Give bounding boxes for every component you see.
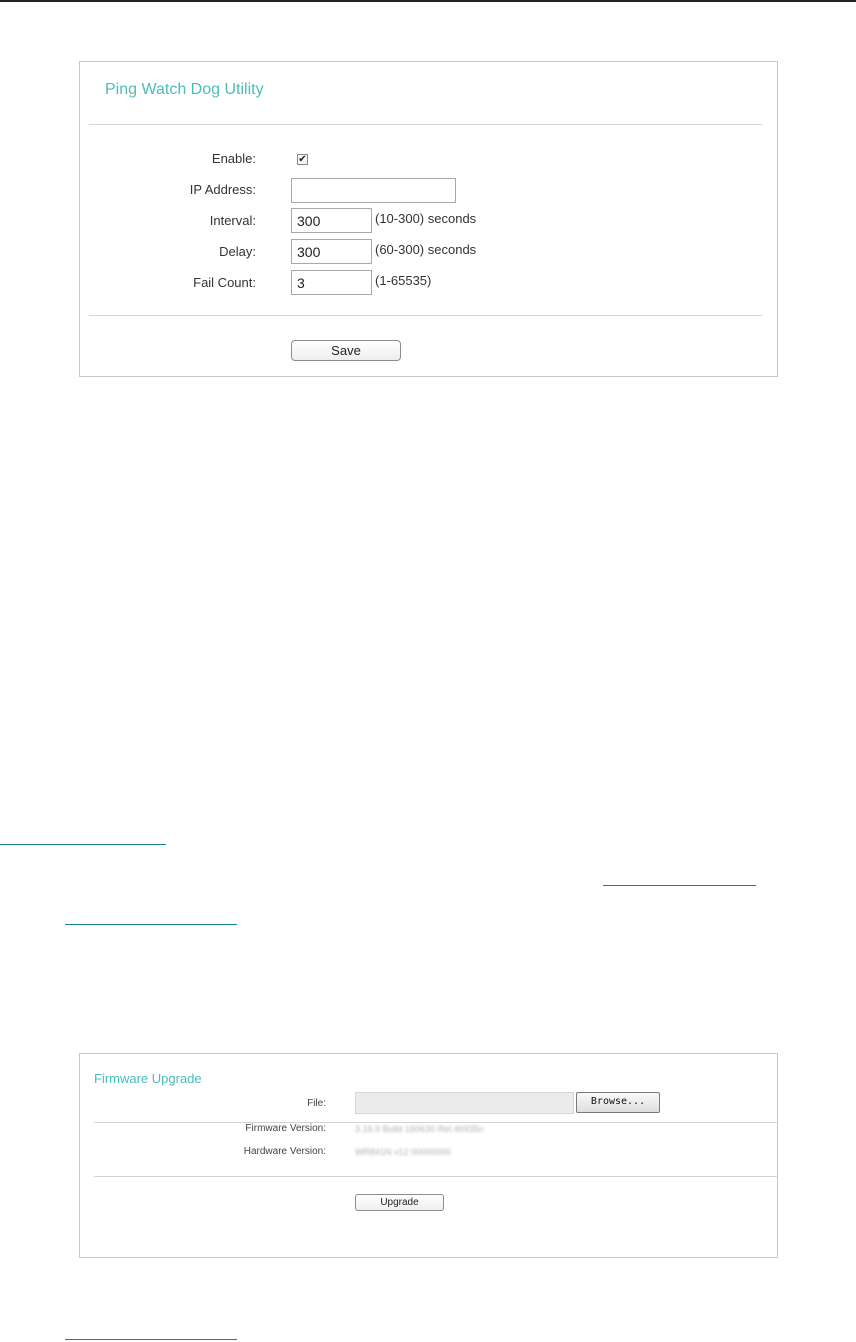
- enable-checkbox[interactable]: ✔: [297, 154, 308, 165]
- hardware-version-value: WR841N v12 00000000: [355, 1147, 452, 1157]
- interval-input[interactable]: [291, 208, 372, 233]
- ip-address-input[interactable]: [291, 178, 456, 203]
- divider: [94, 1176, 778, 1177]
- hardware-version-label: Hardware Version:: [243, 1146, 326, 1157]
- page-top-rule: [0, 0, 856, 2]
- firmware-upgrade-panel: Firmware Upgrade File: Browse... Firmwar…: [79, 1053, 778, 1258]
- firmware-version-label: Firmware Version:: [245, 1123, 326, 1134]
- enable-label: Enable:: [211, 151, 256, 166]
- upgrade-button[interactable]: Upgrade: [355, 1194, 444, 1211]
- save-button[interactable]: Save: [291, 340, 401, 361]
- delay-label: Delay:: [219, 244, 256, 259]
- doc-link[interactable]: [603, 885, 756, 886]
- divider: [89, 315, 762, 316]
- ip-address-label: IP Address:: [189, 182, 256, 197]
- fail-count-label: Fail Count:: [193, 275, 256, 290]
- ping-watchdog-panel: Ping Watch Dog Utility Enable: ✔ IP Addr…: [79, 61, 778, 377]
- interval-range-hint: (10-300) seconds: [375, 211, 477, 226]
- fail-count-range-hint: (1-65535): [375, 273, 432, 288]
- fail-count-input[interactable]: [291, 270, 372, 295]
- firmware-version-value: 3.16.9 Build 160630 Rel.46935n: [355, 1124, 484, 1134]
- panel-title: Firmware Upgrade: [94, 1071, 202, 1086]
- file-label: File:: [307, 1098, 326, 1109]
- doc-link[interactable]: [65, 1339, 237, 1340]
- browse-button[interactable]: Browse...: [576, 1092, 660, 1113]
- doc-link[interactable]: [65, 924, 237, 925]
- file-path-field[interactable]: [355, 1092, 574, 1114]
- delay-input[interactable]: [291, 239, 372, 264]
- panel-title: Ping Watch Dog Utility: [105, 81, 264, 98]
- divider: [89, 124, 762, 125]
- interval-label: Interval:: [209, 213, 256, 228]
- checkmark-icon: ✔: [298, 154, 307, 165]
- doc-link[interactable]: [0, 844, 166, 845]
- delay-range-hint: (60-300) seconds: [375, 242, 477, 257]
